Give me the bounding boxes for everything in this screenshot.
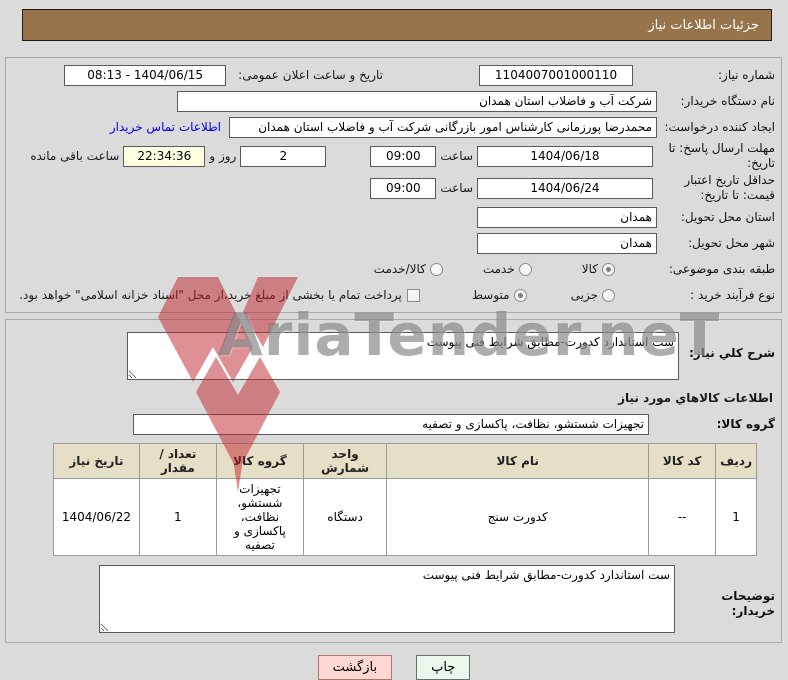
request-creator-label: ایجاد کننده درخواست: xyxy=(664,119,775,134)
price-validity-label: حداقل تاریخ اعتبار قیمت: تا تاریخ: xyxy=(684,173,775,202)
row-province: استان محل تحویل: xyxy=(12,204,775,230)
cell-goods-code: -- xyxy=(648,478,717,556)
col-goods-name: نام کالا xyxy=(386,443,650,479)
col-quantity: تعداد / مقدار xyxy=(138,443,217,479)
radio-minor[interactable] xyxy=(602,288,615,302)
page-title: جزئیات اطلاعات نیاز xyxy=(648,17,759,33)
city-label: شهر محل تحویل: xyxy=(688,235,775,250)
buyer-comments-textarea[interactable]: ست استاندارد کدورت-مطابق شرایط فنی پیوست xyxy=(99,565,675,633)
cell-row-number: 1 xyxy=(715,478,757,556)
row-goods-group: گروه کالا: xyxy=(12,411,775,437)
cell-count-unit: دستگاه xyxy=(302,478,388,556)
radio-service-label: خدمت xyxy=(482,262,515,276)
radio-goods-service-label: کالا/خدمت xyxy=(373,262,426,276)
need-info-groupbox: شماره نیاز: تاریخ و ساعت اعلان عمومی: نا… xyxy=(5,57,782,313)
back-button[interactable]: بازگشت xyxy=(317,655,393,680)
radio-goods-label: کالا xyxy=(581,262,598,276)
cell-goods-name: کدورت سنج xyxy=(386,478,650,556)
need-number-input[interactable] xyxy=(479,64,633,86)
page-title-bar: جزئیات اطلاعات نیاز xyxy=(22,9,772,41)
goods-section-header: اطلاعات کالاهاي مورد نیاز xyxy=(618,391,773,405)
cell-need-date: 1404/06/22 xyxy=(53,478,140,556)
action-button-row: چاپ بازگشت xyxy=(0,655,788,680)
buyer-name-label: نام دستگاه خریدار: xyxy=(680,93,776,108)
row-need-description: شرح کلي نیاز: ست استاندارد کدورت-مطابق ش… xyxy=(12,324,775,381)
col-count-unit: واحد شمارش xyxy=(302,443,388,479)
row-reply-deadline: مهلت ارسال پاسخ: تا تاریخ: ساعت روز و سا… xyxy=(12,140,775,172)
radio-medium-label: متوسط xyxy=(471,288,510,302)
row-city: شهر محل تحویل: xyxy=(12,230,775,256)
row-process-type: نوع فرآیند خرید : جزیی متوسط پرداخت تمام… xyxy=(12,282,775,308)
classification-label: طبقه بندی موضوعی: xyxy=(668,261,775,276)
row-buyer-name: نام دستگاه خریدار: xyxy=(12,88,775,114)
goods-table: ردیف کد کالا نام کالا واحد شمارش گروه کا… xyxy=(53,443,757,556)
reply-deadline-hour-label: ساعت xyxy=(440,149,473,163)
goods-group-input[interactable] xyxy=(133,413,649,435)
col-row-number: ردیف xyxy=(715,443,757,479)
print-button[interactable]: چاپ xyxy=(416,655,471,680)
buyer-name-input[interactable] xyxy=(177,90,657,112)
remaining-countdown-input[interactable] xyxy=(123,145,206,167)
remaining-days-input[interactable] xyxy=(240,145,327,167)
remaining-days-label: روز و xyxy=(209,149,237,163)
table-row: 1 -- کدورت سنج دستگاه تجهیزات شستشو، نظا… xyxy=(53,478,757,556)
remaining-hours-label: ساعت باقی مانده xyxy=(30,149,120,163)
announce-datetime-input[interactable] xyxy=(64,64,227,86)
radio-minor-label: جزیی xyxy=(570,288,598,302)
city-input[interactable] xyxy=(477,232,657,254)
reply-deadline-hour-input[interactable] xyxy=(370,145,437,167)
announce-datetime-label: تاریخ و ساعت اعلان عمومی: xyxy=(238,68,383,82)
row-price-validity: حداقل تاریخ اعتبار قیمت: تا تاریخ: ساعت xyxy=(12,172,775,204)
treasury-checkbox[interactable] xyxy=(406,288,420,302)
province-label: استان محل تحویل: xyxy=(680,209,775,224)
price-validity-hour-label: ساعت xyxy=(440,181,473,195)
process-type-label: نوع فرآیند خرید : xyxy=(690,287,775,302)
reply-deadline-label: مهلت ارسال پاسخ: تا تاریخ: xyxy=(668,141,775,170)
reply-deadline-date-input[interactable] xyxy=(477,145,653,167)
goods-table-header-row: ردیف کد کالا نام کالا واحد شمارش گروه کا… xyxy=(53,443,757,479)
request-creator-input[interactable] xyxy=(229,116,657,138)
need-description-textarea[interactable]: ست استاندارد کدورت-مطابق شرایط فنی پیوست xyxy=(127,332,679,380)
price-validity-hour-input[interactable] xyxy=(370,177,437,199)
cell-goods-group: تجهیزات شستشو، نظافت، پاکسازی و تصفیه xyxy=(215,478,304,556)
buyer-contact-link[interactable]: اطلاعات تماس خریدار xyxy=(110,120,221,134)
radio-medium[interactable] xyxy=(513,288,527,302)
buyer-comments-label: توضیحات خریدار: xyxy=(721,589,775,618)
row-buyer-comments: توضیحات خریدار: ست استاندارد کدورت-مطابق… xyxy=(12,564,775,634)
goods-info-groupbox: شرح کلي نیاز: ست استاندارد کدورت-مطابق ش… xyxy=(5,319,782,643)
need-description-label: شرح کلي نیاز: xyxy=(689,346,775,360)
radio-goods-service[interactable] xyxy=(429,262,443,276)
col-goods-group: گروه کالا xyxy=(215,443,304,479)
radio-service[interactable] xyxy=(518,262,532,276)
price-validity-date-input[interactable] xyxy=(477,177,653,199)
row-classification: طبقه بندی موضوعی: کالا خدمت کالا/خدمت xyxy=(12,256,775,282)
col-need-date: تاریخ نیاز xyxy=(53,443,140,479)
cell-quantity: 1 xyxy=(138,478,217,556)
need-number-label: شماره نیاز: xyxy=(718,67,775,82)
radio-goods[interactable] xyxy=(602,262,615,276)
province-input[interactable] xyxy=(477,206,657,228)
col-goods-code: کد کالا xyxy=(648,443,717,479)
row-need-number: شماره نیاز: تاریخ و ساعت اعلان عمومی: xyxy=(12,62,775,88)
row-request-creator: ایجاد کننده درخواست: اطلاعات تماس خریدار xyxy=(12,114,775,140)
treasury-checkbox-label: پرداخت تمام یا بخشی از مبلغ خرید،از محل … xyxy=(19,288,402,302)
goods-group-label: گروه کالا: xyxy=(716,416,775,431)
